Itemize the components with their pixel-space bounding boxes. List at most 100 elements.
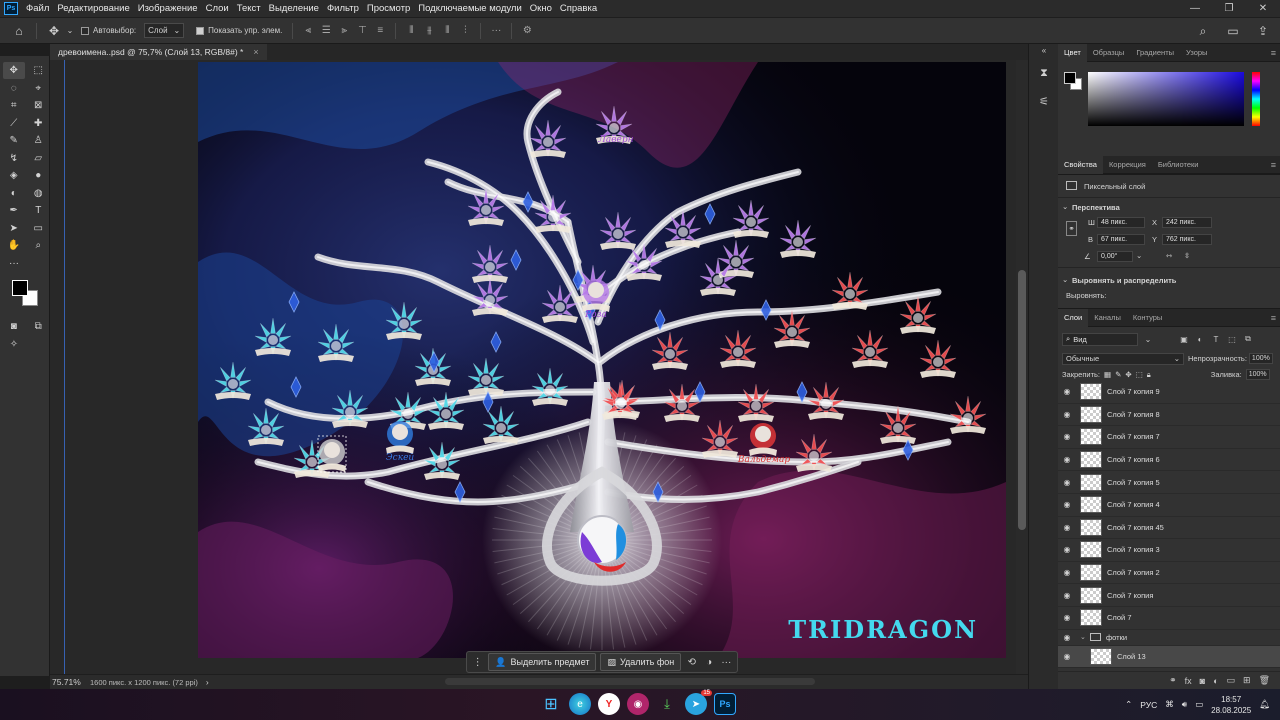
blend-mode-dropdown[interactable]: Обычные ⌄ [1062,352,1184,365]
tab-layers[interactable]: Слои [1058,308,1089,327]
adjustment-icon[interactable]: ◑ [702,653,715,671]
collapse-panels-icon[interactable]: « [1033,44,1055,56]
download-icon[interactable]: ⤓ [656,693,678,715]
clock[interactable]: 18:57 28.08.2025 [1211,694,1251,716]
generative-icon[interactable]: ✧ [3,336,25,353]
lock-artboard-icon[interactable]: ⬚ [1136,370,1143,379]
opacity-input[interactable]: 100% [1248,353,1273,364]
distribute-top-icon[interactable]: ⫶ [456,22,474,40]
search-icon[interactable]: ⌕ [1192,20,1214,42]
layer-row[interactable]: ◉ Слой 7 копия 8 [1058,404,1280,427]
menu-plugins[interactable]: Подключаемые модули [414,0,526,17]
chevron-down-icon[interactable]: ⌄ [1062,202,1068,211]
path-selection-icon[interactable]: ➤ [3,220,25,237]
layer-row[interactable]: ◉ Слой 7 копия 2 [1058,562,1280,585]
gear-icon[interactable]: ⚙ [518,22,536,40]
menu-window[interactable]: Окно [526,0,556,17]
menu-image[interactable]: Изображение [134,0,202,17]
layer-filter-dropdown[interactable]: ⌕ Вид [1062,332,1138,346]
dodge-icon[interactable]: ◐ [3,185,25,202]
link-icon[interactable]: ⚭ [1066,221,1077,236]
layer-row[interactable]: ◉ Слой 7 копия 6 [1058,449,1280,472]
x-input[interactable]: 242 пикс. [1162,217,1212,228]
distribute-center-icon[interactable]: ⫵ [420,22,438,40]
workspace-icon[interactable]: ▭ [1222,20,1244,42]
notifications-icon[interactable]: 🔔︎ [1259,699,1270,710]
zoom-icon[interactable]: ⌕ [28,237,50,254]
more-options-icon[interactable]: ··· [487,22,505,40]
visibility-eye-icon[interactable]: ◉ [1058,455,1076,464]
visibility-eye-icon[interactable]: ◉ [1058,500,1076,509]
chevron-down-icon[interactable]: ⌄ [1136,251,1142,260]
visibility-eye-icon[interactable]: ◉ [1058,432,1076,441]
visibility-eye-icon[interactable]: ◉ [1058,591,1076,600]
menu-layer[interactable]: Слои [202,0,233,17]
yandex-browser-icon[interactable]: Y [598,693,620,715]
hue-slider[interactable] [1252,72,1260,126]
new-adjustment-icon[interactable]: ◐ [1213,676,1218,686]
zoom-level[interactable]: 75.71% [50,677,86,687]
object-selection-icon[interactable]: ⌖ [28,80,50,97]
document-tab[interactable]: древоимена..psd @ 75,7% (Слой 13, RGB/8#… [50,44,267,60]
link-layers-icon[interactable]: ⚭ [1169,675,1177,686]
edge-icon[interactable]: e [569,693,591,715]
chevron-down-icon[interactable]: ⌄ [1062,275,1068,284]
layer-row[interactable]: ◉ Слой 7 копия 9 [1058,381,1280,404]
network-icon[interactable]: ⌘ [1165,699,1174,710]
layer-row[interactable]: ◉ Слой 13 [1058,645,1280,669]
foreground-color-swatch[interactable] [12,280,28,296]
edit-toolbar-icon[interactable]: ··· [3,255,25,272]
windows-start-icon[interactable]: ⊞ [540,693,562,715]
layer-group-row[interactable]: ◉ ⌄ фотки [1058,630,1280,646]
tab-adjustments[interactable]: Коррекция [1103,156,1152,174]
battery-icon[interactable]: ▭ [1195,699,1203,710]
chevron-down-icon[interactable]: ⌄ [1142,333,1154,346]
visibility-eye-icon[interactable]: ◉ [1058,410,1076,419]
visibility-eye-icon[interactable]: ◉ [1058,633,1076,642]
visibility-eye-icon[interactable]: ◉ [1058,545,1076,554]
layer-row[interactable]: ◉ Слой 7 копия 3 [1058,539,1280,562]
blur-icon[interactable]: ● [28,167,50,184]
delete-layer-icon[interactable]: 🗑︎ [1259,675,1270,686]
paint-bucket-icon[interactable]: ◈ [3,167,25,184]
flip-vertical-icon[interactable]: ⇳ [1184,251,1190,260]
telegram-icon[interactable]: ➤ 15 [685,690,712,715]
share-icon[interactable]: ⇪ [1252,20,1274,42]
align-right-icon[interactable]: ⫸ [335,22,353,40]
more-options-icon[interactable]: ··· [720,653,733,671]
clone-stamp-icon[interactable]: ♙ [28,132,50,149]
align-top-icon[interactable]: ⊤ [353,22,371,40]
color-picker-field[interactable] [1088,72,1244,126]
status-arrow-icon[interactable]: › [198,677,209,687]
rectangular-marquee-icon[interactable]: ⬚ [28,62,50,79]
filter-type-icon[interactable]: T [1210,333,1222,346]
layer-row[interactable]: ◉ Слой 7 копия 5 [1058,471,1280,494]
select-subject-button[interactable]: 👤 Выделить предмет [488,653,597,671]
transform-icon[interactable]: ⟲ [685,653,698,671]
menu-type[interactable]: Текст [233,0,265,17]
screen-mode-icon[interactable]: ⧉ [28,318,50,335]
tab-properties[interactable]: Свойства [1058,155,1103,174]
minimize-button[interactable]: — [1178,0,1212,17]
healing-brush-icon[interactable]: ✚ [28,115,50,132]
layer-row[interactable]: ◉ Слой 7 [1058,607,1280,630]
auto-select-dropdown[interactable]: Слой ⌄ [144,23,185,38]
adjustments-icon[interactable]: ⚟ [1033,90,1055,112]
rectangle-shape-icon[interactable]: ▭ [28,220,50,237]
history-brush-icon[interactable]: ↯ [3,150,25,167]
visibility-eye-icon[interactable]: ◉ [1058,568,1076,577]
eraser-icon[interactable]: ▱ [28,150,50,167]
filter-shape-icon[interactable]: ⬚ [1226,333,1238,346]
filter-adjustment-icon[interactable]: ◐ [1194,333,1206,346]
width-input[interactable]: 48 пикс. [1097,217,1145,228]
drag-handle-icon[interactable]: ⋮ [471,653,484,671]
flip-horizontal-icon[interactable]: ⇿ [1166,251,1172,260]
panel-menu-icon[interactable]: ≡ [1271,309,1276,327]
tray-chevron-up-icon[interactable]: ⌃ [1125,699,1132,710]
lock-all-icon[interactable]: 🔒︎ [1147,370,1151,380]
filter-pixel-icon[interactable]: ▣ [1178,333,1190,346]
restore-button[interactable]: ❐ [1212,0,1246,17]
lock-image-icon[interactable]: ✎ [1115,370,1121,379]
layer-style-icon[interactable]: fx [1185,676,1192,686]
tab-swatches[interactable]: Образцы [1087,44,1131,62]
